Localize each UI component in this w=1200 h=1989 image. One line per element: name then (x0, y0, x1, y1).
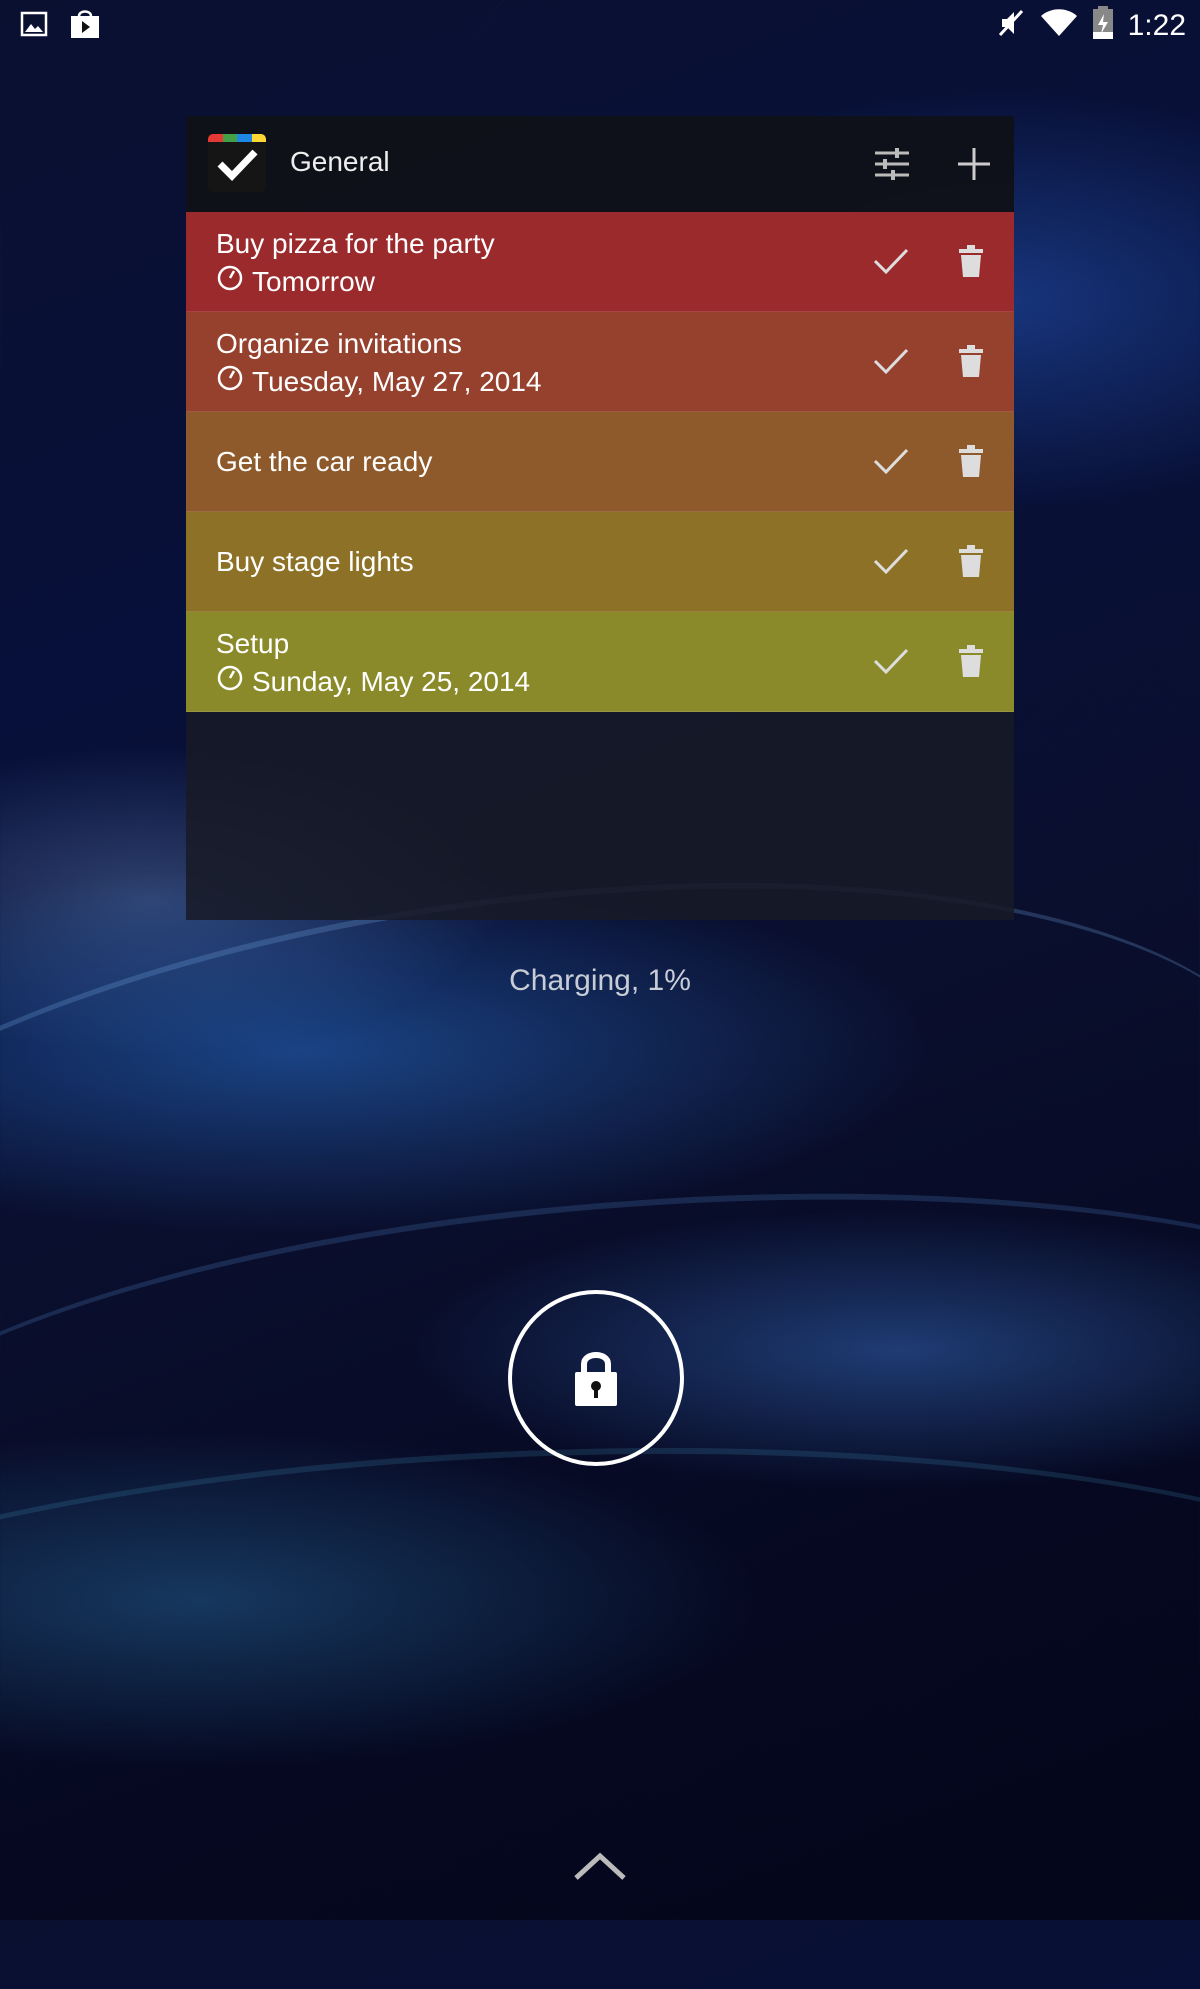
task-name: Buy pizza for the party (216, 228, 495, 259)
task-due-date: Tuesday, May 27, 2014 (252, 365, 542, 397)
complete-task-button[interactable] (866, 636, 916, 686)
trash-icon (959, 345, 983, 377)
delete-task-button[interactable] (946, 536, 996, 586)
trash-icon (959, 245, 983, 277)
task-due-date: Tomorrow (252, 265, 375, 297)
checkmark-icon (873, 248, 909, 275)
task-due-date: Sunday, May 25, 2014 (252, 665, 531, 697)
add-task-button[interactable] (948, 138, 1000, 190)
delete-task-button[interactable] (946, 636, 996, 686)
settings-sliders-icon (875, 148, 909, 180)
task-widget: General Buy pizza for the party Tomorrow O… (186, 116, 1014, 920)
wallpaper-streak (0, 1416, 1200, 1989)
list-title[interactable]: General (290, 146, 390, 178)
complete-task-button[interactable] (866, 336, 916, 386)
task-row[interactable]: Buy pizza for the party Tomorrow (186, 212, 1014, 312)
delete-task-button[interactable] (946, 336, 996, 386)
battery-charging-icon (1092, 6, 1114, 45)
checkmark-icon (873, 448, 909, 475)
clock-icon (216, 664, 244, 699)
lock-icon (575, 1352, 617, 1406)
widget-header: General (186, 116, 1014, 212)
checkmark-icon (873, 548, 909, 575)
clock: 1:22 (1127, 8, 1186, 42)
task-list: Buy pizza for the party Tomorrow Organize … (186, 212, 1014, 712)
unlock-button[interactable] (508, 1290, 684, 1466)
settings-button[interactable] (866, 138, 918, 190)
clock-icon (216, 264, 244, 299)
unlock-hint[interactable] (572, 1852, 628, 1887)
delete-task-button[interactable] (946, 236, 996, 286)
complete-task-button[interactable] (866, 436, 916, 486)
task-row[interactable]: Get the car ready (186, 412, 1014, 512)
trash-icon (959, 445, 983, 477)
task-name: Setup (216, 628, 290, 659)
complete-task-button[interactable] (866, 536, 916, 586)
task-due: Tomorrow (216, 264, 375, 299)
clock-icon (216, 364, 244, 399)
task-name: Get the car ready (216, 446, 433, 477)
checkmark-icon (873, 648, 909, 675)
task-row[interactable]: Setup Sunday, May 25, 2014 (186, 612, 1014, 712)
trash-icon (959, 645, 983, 677)
delete-task-button[interactable] (946, 436, 996, 486)
mute-icon (996, 7, 1026, 44)
checkmark-icon (217, 149, 258, 182)
task-due: Sunday, May 25, 2014 (216, 664, 530, 699)
task-due: Tuesday, May 27, 2014 (216, 364, 542, 399)
wifi-icon (1040, 8, 1078, 43)
task-name: Buy stage lights (216, 546, 414, 577)
charging-status: Charging, 1% (509, 964, 691, 997)
status-bar: 1:22 (0, 0, 1200, 50)
play-store-icon (68, 10, 102, 45)
add-icon (958, 148, 990, 180)
image-icon (20, 10, 48, 45)
chevron-up-icon (574, 1852, 626, 1880)
task-name: Organize invitations (216, 328, 462, 359)
task-row[interactable]: Buy stage lights (186, 512, 1014, 612)
checkmark-icon (873, 348, 909, 375)
task-row[interactable]: Organize invitations Tuesday, May 27, 201… (186, 312, 1014, 412)
trash-icon (959, 545, 983, 577)
complete-task-button[interactable] (866, 236, 916, 286)
app-icon[interactable] (208, 134, 266, 192)
